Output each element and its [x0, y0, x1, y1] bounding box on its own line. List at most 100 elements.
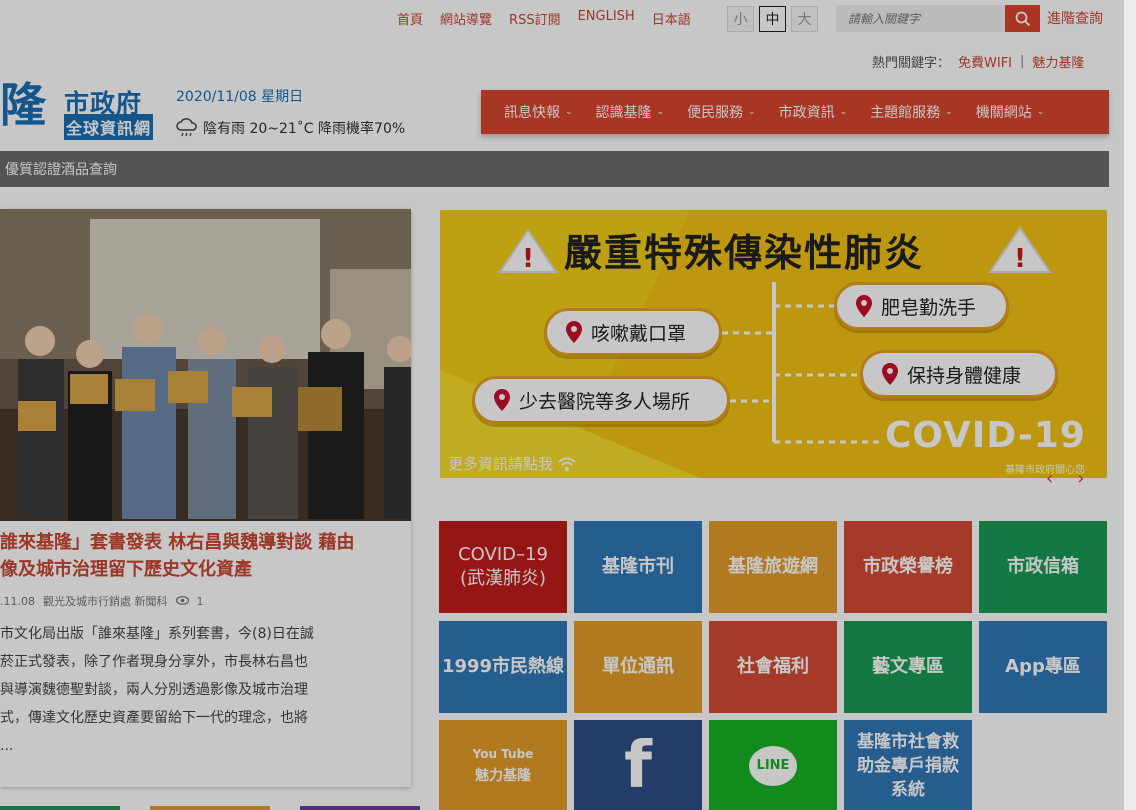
- covid-label: COVID-19: [885, 415, 1086, 456]
- pill-crowd: 少去醫院等多人場所: [472, 376, 730, 424]
- hot-keyword-wifi[interactable]: 免費WIFI: [958, 52, 1012, 71]
- nav-item-label: 市政資訊: [778, 105, 835, 121]
- tile-youtube[interactable]: You Tube 魅力基隆: [439, 720, 567, 810]
- banner-arrows: ‹ ›: [1046, 468, 1084, 489]
- nav-item-agencies[interactable]: 機關網站 ⌄: [976, 102, 1045, 122]
- tile-line[interactable]: LINE: [709, 720, 837, 810]
- nav-item-label: 認識基隆: [595, 105, 652, 121]
- chevron-down-icon: ⌄: [839, 107, 848, 117]
- top-link-english[interactable]: ENGLISH: [578, 9, 635, 28]
- chevron-down-icon: ⌄: [565, 107, 573, 117]
- bottom-strips: [0, 806, 420, 810]
- nav-item-label: 機關網站: [975, 105, 1032, 121]
- font-size-large[interactable]: 大: [791, 6, 818, 32]
- banner-more-link[interactable]: 更多資訊請點我: [448, 453, 577, 474]
- top-link-home[interactable]: 首頁: [397, 9, 423, 28]
- font-size-small[interactable]: 小: [727, 6, 754, 32]
- tile-travel[interactable]: 基隆旅遊網: [709, 521, 837, 613]
- tile-covid[interactable]: COVID–19 (武漢肺炎): [439, 521, 567, 613]
- wifi-icon: [558, 457, 576, 471]
- line-icon: LINE: [749, 746, 797, 786]
- banner-next-button[interactable]: ›: [1077, 468, 1084, 489]
- chevron-down-icon: ⌄: [945, 107, 953, 117]
- news-card[interactable]: 誰來基隆」套書發表 林右昌與魏導對談 藉由 像及城市治理留下歷史文化資產 .11…: [0, 209, 411, 787]
- news-photo[interactable]: [0, 209, 411, 521]
- youtube-icon: You Tube: [472, 746, 534, 761]
- tile-donation[interactable]: 基隆市社會救 助金專戶捐款 系統: [844, 720, 972, 810]
- font-size-switcher: 小 中 大: [727, 6, 818, 32]
- nav-item-label: 訊息快報: [504, 105, 560, 121]
- search-icon: [1015, 11, 1030, 26]
- news-title-line2: 像及城市治理留下歷史文化資產: [0, 559, 252, 580]
- location-pin-icon: [856, 295, 872, 317]
- location-pin-icon: [882, 363, 898, 385]
- banner-title: 嚴重特殊傳染性肺炎: [564, 231, 925, 275]
- nav-item-services[interactable]: 便民服務 ⌄: [687, 102, 756, 122]
- marquee-bar: 優質認證酒品查詢: [0, 151, 1109, 187]
- news-views: 1: [196, 594, 204, 608]
- pill-handwash: 肥皂勤洗手: [834, 282, 1009, 330]
- pill-mask: 咳嗽戴口罩: [544, 308, 722, 356]
- top-link-rss[interactable]: RSS訂閱: [509, 9, 561, 28]
- eye-icon: [175, 595, 189, 608]
- top-link-sitemap[interactable]: 網站導覽: [440, 9, 492, 28]
- pill-health: 保持身體健康: [860, 350, 1058, 398]
- pill-mask-text: 咳嗽戴口罩: [591, 322, 687, 345]
- header-date: 2020/11/08 星期日: [176, 89, 304, 105]
- hot-keywords-label: 熱門關鍵字：: [872, 56, 951, 71]
- tile-facebook[interactable]: f: [574, 720, 702, 810]
- search-input[interactable]: [836, 5, 1006, 32]
- news-body: 市文化局出版「誰來基隆」系列套書，今(8)日在誠 菸正式發表，除了作者現身分享外…: [0, 626, 314, 754]
- header-weather: 陰有雨 20~21˚C 降雨機率70%: [175, 117, 405, 139]
- pill-health-text: 保持身體健康: [907, 364, 1022, 387]
- marquee-link[interactable]: 優質認證酒品查詢: [5, 159, 117, 179]
- tile-1999-hotline[interactable]: 1999市民熱線: [439, 621, 567, 713]
- pill-crowd-text: 少去醫院等多人場所: [519, 390, 691, 413]
- tile-city-magazine[interactable]: 基隆市刊: [574, 521, 702, 613]
- nav-item-news[interactable]: 訊息快報 ⌄: [504, 102, 573, 122]
- site-logo-sub[interactable]: 全球資訊網: [64, 114, 154, 140]
- advanced-search-link[interactable]: 進階查詢: [1047, 8, 1103, 28]
- site-logo-char[interactable]: 隆: [0, 82, 46, 128]
- banner-prev-button[interactable]: ‹: [1046, 468, 1053, 489]
- nav-item-label: 便民服務: [687, 105, 744, 121]
- font-size-medium[interactable]: 中: [759, 6, 786, 32]
- chevron-down-icon: ⌄: [748, 107, 756, 117]
- tile-directory[interactable]: 單位通訊: [574, 621, 702, 713]
- hot-keyword-separator: |: [1020, 54, 1025, 69]
- nav-item-label: 主題館服務: [870, 105, 941, 121]
- nav-item-theme[interactable]: 主題館服務 ⌄: [870, 102, 953, 122]
- weather-text: 陰有雨 20~21˚C 降雨機率70%: [203, 121, 406, 137]
- rain-cloud-icon: [176, 118, 197, 137]
- covid-banner[interactable]: ! ! 嚴重特殊傳染性肺炎 咳嗽戴口罩 肥皂勤洗手 保持身體健康 少去醫院等多人…: [440, 210, 1107, 478]
- line-icon-text: LINE: [756, 758, 790, 773]
- chevron-down-icon: ⌄: [656, 107, 665, 117]
- tile-honor-roll[interactable]: 市政榮譽榜: [844, 521, 972, 613]
- tile-app[interactable]: App專區: [979, 621, 1107, 713]
- page-scrollbar[interactable]: [1124, 0, 1136, 810]
- hot-keyword-charm[interactable]: 魅力基隆: [1032, 52, 1084, 71]
- top-link-japanese[interactable]: 日本語: [652, 9, 691, 28]
- nav-item-info[interactable]: 市政資訊 ⌄: [779, 102, 848, 122]
- news-title-line1: 誰來基隆」套書發表 林右昌與魏導對談 藉由: [0, 532, 355, 553]
- news-meta: .11.08 觀光及城市行銷處 新聞科 1: [0, 593, 204, 609]
- top-links: 首頁 網站導覽 RSS訂閱 ENGLISH 日本語: [397, 9, 691, 28]
- news-title[interactable]: 誰來基隆」套書發表 林右昌與魏導對談 藉由 像及城市治理留下歷史文化資產: [0, 529, 400, 583]
- nav-item-about[interactable]: 認識基隆 ⌄: [596, 102, 665, 122]
- news-dept: 觀光及城市行銷處 新聞科: [43, 595, 168, 608]
- search-button[interactable]: [1005, 5, 1040, 32]
- tile-social-welfare[interactable]: 社會福利: [709, 621, 837, 713]
- banner-more-text: 更多資訊請點我: [448, 455, 554, 473]
- page: 首頁 網站導覽 RSS訂閱 ENGLISH 日本語 小 中 大 進階查詢 熱門關…: [0, 0, 1124, 810]
- location-pin-icon: [494, 389, 510, 411]
- news-photo-image: [0, 209, 411, 521]
- news-date: .11.08: [0, 594, 35, 608]
- pill-handwash-text: 肥皂勤洗手: [881, 296, 977, 319]
- main-nav: 訊息快報 ⌄ 認識基隆 ⌄ 便民服務 ⌄ 市政資訊 ⌄ 主題館服務 ⌄ 機關網站 ⌄: [481, 90, 1109, 134]
- tile-mailbox[interactable]: 市政信箱: [979, 521, 1107, 613]
- tile-arts[interactable]: 藝文專區: [844, 621, 972, 713]
- hot-keywords: 熱門關鍵字： 免費WIFI | 魅力基隆: [872, 52, 1084, 71]
- tile-youtube-label: 魅力基隆: [475, 767, 531, 784]
- location-pin-icon: [566, 321, 582, 343]
- chevron-down-icon: ⌄: [1036, 107, 1045, 117]
